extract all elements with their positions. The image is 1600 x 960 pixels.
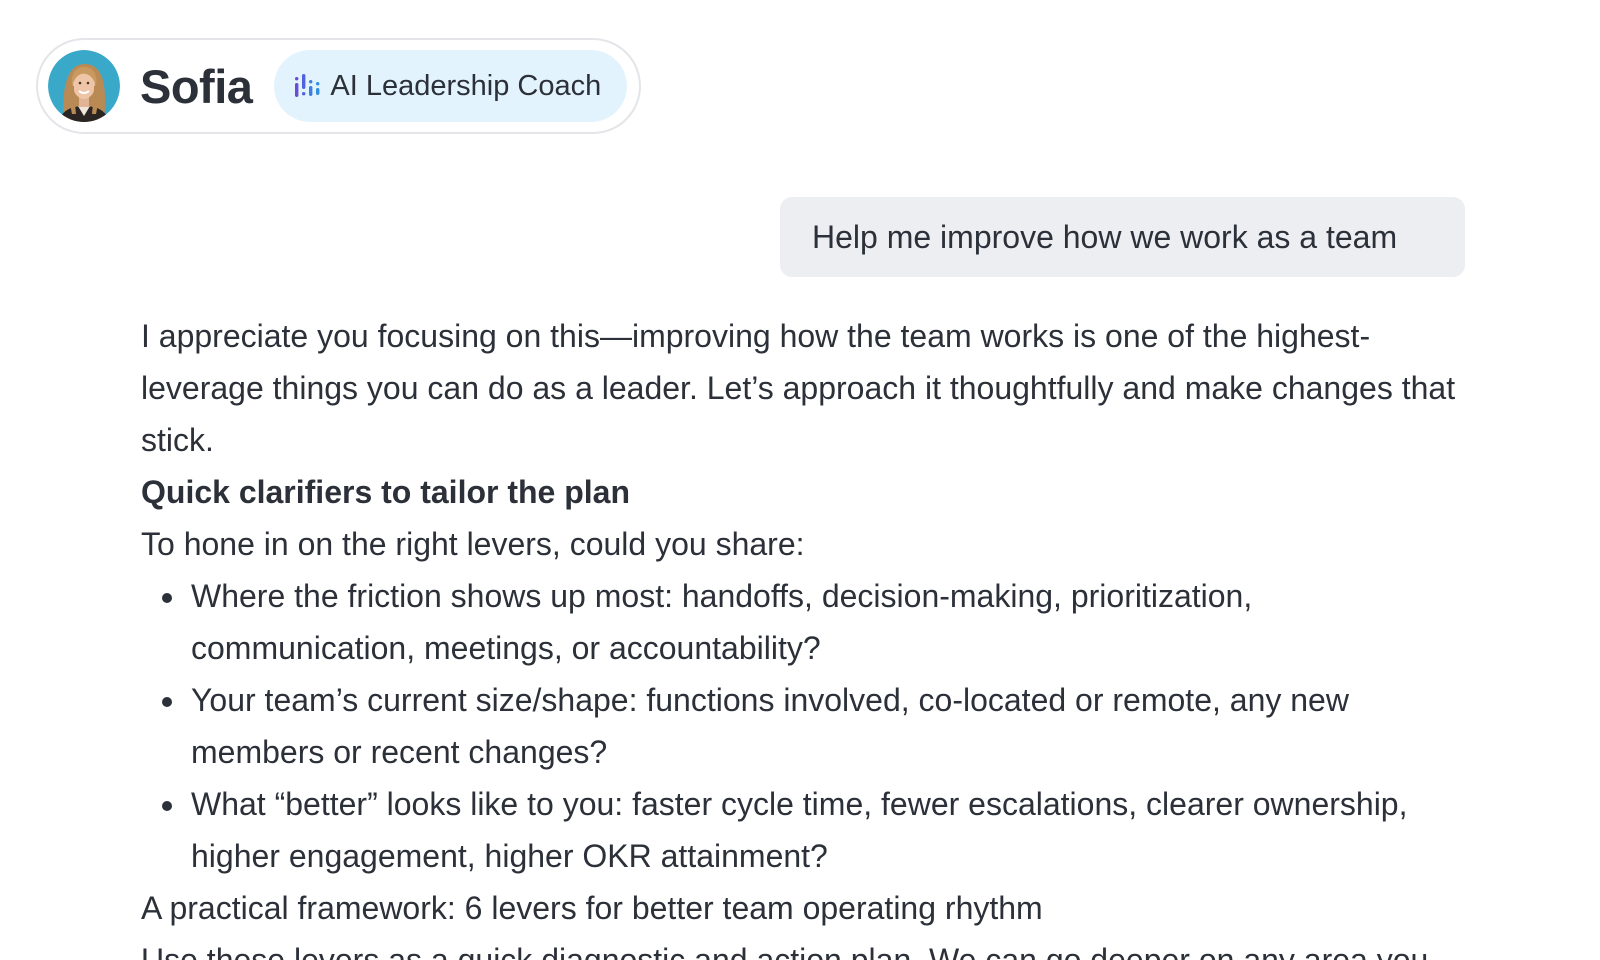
assistant-intro: I appreciate you focusing on this—improv… <box>141 318 1456 458</box>
role-badge: AI Leadership Coach <box>274 50 628 122</box>
list-item: Where the friction shows up most: handof… <box>162 570 1481 674</box>
avatar <box>48 50 120 122</box>
user-message-bubble: Help me improve how we work as a team <box>780 197 1465 277</box>
list-item: Your team’s current size/shape: function… <box>162 674 1481 778</box>
agent-name: Sofia <box>140 59 253 113</box>
assistant-message: I appreciate you focusing on this—improv… <box>141 310 1481 960</box>
agent-header: Sofia AI Leadership Coach <box>36 38 642 134</box>
framework-lead: Use these levers as a quick diagnostic a… <box>141 942 1429 960</box>
user-message-text: Help me improve how we work as a team <box>812 218 1398 255</box>
framework-title: A practical framework: 6 levers for bett… <box>141 890 1043 926</box>
list-item: What “better” looks like to you: faster … <box>162 778 1481 882</box>
ai-sound-bars-icon <box>294 73 320 99</box>
clarifier-list: Where the friction shows up most: handof… <box>141 570 1481 882</box>
section-heading: Quick clarifiers to tailor the plan <box>141 474 631 510</box>
chat-page: Sofia AI Leadership Coach Help me improv… <box>0 0 1600 960</box>
lead-in-text: To hone in on the right levers, could yo… <box>141 526 805 562</box>
role-label: AI Leadership Coach <box>330 69 602 102</box>
